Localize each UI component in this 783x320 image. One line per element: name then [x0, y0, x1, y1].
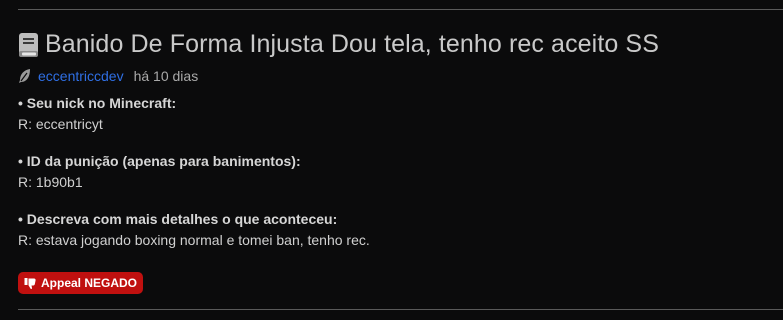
- answer-nick: R: eccentricyt: [18, 116, 103, 132]
- bottom-divider: [18, 309, 783, 310]
- post-time: há 10 dias: [133, 68, 199, 84]
- feather-icon: [18, 68, 32, 84]
- thumbs-down-icon: [24, 277, 37, 290]
- thread-title[interactable]: Banido De Forma Injusta Dou tela, tenho …: [45, 30, 659, 59]
- form-entry-description: • Descreva com mais detalhes o que acont…: [18, 209, 370, 251]
- author-link[interactable]: eccentriccdev: [38, 68, 124, 84]
- answer-punishment-id: R: 1b90b1: [18, 174, 83, 190]
- top-divider: [18, 9, 783, 10]
- post-body: • Seu nick no Minecraft: R: eccentricyt …: [18, 93, 370, 267]
- book-icon: [18, 32, 39, 58]
- status-badge-label: Appeal NEGADO: [41, 276, 138, 290]
- question-punishment-id: • ID da punição (apenas para banimentos)…: [18, 153, 301, 169]
- status-badge: Appeal NEGADO: [18, 272, 144, 294]
- answer-description: R: estava jogando boxing normal e tomei …: [18, 232, 370, 248]
- question-nick: • Seu nick no Minecraft:: [18, 95, 177, 111]
- thread-meta: eccentriccdev há 10 dias: [18, 68, 198, 84]
- form-entry-punishment-id: • ID da punição (apenas para banimentos)…: [18, 151, 370, 193]
- thread-title-row: Banido De Forma Injusta Dou tela, tenho …: [18, 30, 659, 59]
- question-description: • Descreva com mais detalhes o que acont…: [18, 211, 338, 227]
- form-entry-nick: • Seu nick no Minecraft: R: eccentricyt: [18, 93, 370, 135]
